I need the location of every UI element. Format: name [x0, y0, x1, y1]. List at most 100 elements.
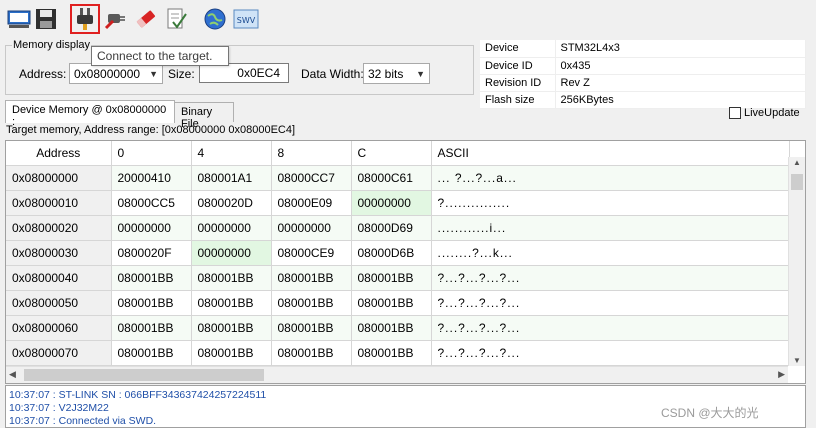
hex-cell[interactable]: 080001BB	[111, 290, 192, 316]
hex-cell[interactable]: 080001BB	[351, 265, 432, 291]
tab-device-memory[interactable]: Device Memory @ 0x08000000 :	[5, 100, 175, 128]
col-header-c[interactable]: C	[351, 141, 432, 166]
device-info-value: 0x435	[555, 57, 806, 75]
ascii-cell: ............i...	[431, 215, 790, 241]
live-update[interactable]: LiveUpdate	[729, 107, 800, 119]
device-info-key: Device	[480, 40, 556, 58]
device-info-row: Device STM32L4x3	[480, 40, 806, 58]
network-button[interactable]	[200, 4, 230, 34]
grid-header-row: Address 0 4 8 C ASCII	[6, 141, 790, 166]
hex-cell[interactable]: 080001BB	[111, 340, 192, 366]
hex-cell[interactable]: 00000000	[191, 215, 272, 241]
hex-cell[interactable]: 080001BB	[191, 340, 272, 366]
hex-cell[interactable]: 08000CE9	[271, 240, 352, 266]
swv-button[interactable]: SWV	[231, 4, 261, 34]
table-row: 0x08000030 0800020F 00000000 08000CE9 08000D…	[6, 240, 790, 266]
device-info-key: Flash size	[480, 91, 556, 109]
disconnect-plug-icon	[104, 14, 125, 30]
hex-cell[interactable]: 080001BB	[271, 265, 352, 291]
hex-cell[interactable]: 080001BB	[271, 290, 352, 316]
save-button[interactable]	[31, 4, 61, 34]
hex-cell[interactable]: 08000CC7	[271, 165, 352, 191]
device-info-row: Revision ID Rev Z	[480, 74, 806, 92]
scroll-left-icon[interactable]: ◀	[9, 369, 16, 380]
swv-icon: SWV	[233, 9, 259, 29]
hex-cell[interactable]: 20000410	[111, 165, 192, 191]
table-row: 0x08000040 080001BB 080001BB 080001BB 080001…	[6, 265, 790, 291]
erase-icon	[136, 10, 156, 28]
hex-cell[interactable]: 08000CC5	[111, 190, 192, 216]
hex-cell[interactable]: 080001A1	[191, 165, 272, 191]
log-line: 10:37:07 : ST-LINK SN : 066BFF3436374242…	[9, 389, 267, 401]
hex-cell[interactable]: 080001BB	[191, 290, 272, 316]
ascii-cell: ........?...k...	[431, 240, 790, 266]
address-range-label: Target memory, Address range: [0x0800000…	[6, 124, 296, 136]
hex-cell[interactable]: 080001BB	[111, 265, 192, 291]
live-update-checkbox[interactable]	[729, 107, 741, 119]
row-address: 0x08000050	[6, 290, 112, 316]
table-row: 0x08000020 00000000 00000000 00000000 08000D…	[6, 215, 790, 241]
vertical-scroll-thumb[interactable]	[791, 174, 803, 190]
device-info-panel: Device STM32L4x3 Device ID 0x435 Revisio…	[480, 40, 806, 109]
col-header-address[interactable]: Address	[6, 141, 112, 166]
watermark: CSDN @大大的光	[661, 406, 759, 420]
hex-cell[interactable]: 080001BB	[111, 315, 192, 341]
col-header-0[interactable]: 0	[111, 141, 192, 166]
hex-cell[interactable]: 080001BB	[351, 340, 432, 366]
hex-cell[interactable]: 00000000	[111, 215, 192, 241]
device-info-key: Revision ID	[480, 74, 556, 92]
ascii-cell: ?...?...?...?...	[431, 315, 790, 341]
table-row: 0x08000010 08000CC5 0800020D 08000E09 000000…	[6, 190, 790, 216]
device-info-row: Device ID 0x435	[480, 57, 806, 75]
hex-cell[interactable]: 0800020D	[191, 190, 272, 216]
scroll-up-icon[interactable]: ▲	[793, 158, 801, 167]
data-width-value: 32 bits	[368, 66, 404, 81]
program-verify-button[interactable]	[161, 4, 191, 34]
hex-cell[interactable]: 0800020F	[111, 240, 192, 266]
col-header-ascii[interactable]: ASCII	[431, 141, 790, 166]
hex-cell[interactable]: 08000E09	[271, 190, 352, 216]
tab-binary-file[interactable]: Binary File	[174, 102, 234, 130]
data-width-combo[interactable]: 32 bits ▼	[363, 63, 430, 84]
disconnect-button[interactable]	[101, 4, 131, 34]
scroll-right-icon[interactable]: ▶	[778, 369, 785, 380]
address-label: Address:	[19, 67, 67, 81]
hex-cell[interactable]: 08000C61	[351, 165, 432, 191]
hex-cell[interactable]: 080001BB	[271, 340, 352, 366]
hex-cell[interactable]: 00000000	[351, 190, 432, 216]
device-info-key: Device ID	[480, 57, 556, 75]
hex-cell[interactable]: 080001BB	[351, 315, 432, 341]
connect-button[interactable]	[70, 4, 100, 34]
hex-cell[interactable]: 080001BB	[351, 290, 432, 316]
row-address: 0x08000010	[6, 190, 112, 216]
table-row: 0x08000050 080001BB 080001BB 080001BB 080001…	[6, 290, 790, 316]
hex-cell[interactable]: 08000D6B	[351, 240, 432, 266]
hex-cell[interactable]: 00000000	[191, 240, 272, 266]
monitor-button[interactable]	[4, 4, 34, 34]
col-header-4[interactable]: 4	[191, 141, 272, 166]
erase-button[interactable]	[131, 4, 161, 34]
vertical-scrollbar[interactable]: ▲ ▼	[788, 157, 805, 366]
col-header-8[interactable]: 8	[271, 141, 352, 166]
hex-cell[interactable]: 08000D69	[351, 215, 432, 241]
scroll-down-icon[interactable]: ▼	[793, 356, 801, 365]
hex-cell[interactable]: 00000000	[271, 215, 352, 241]
horizontal-scroll-thumb[interactable]	[24, 369, 264, 381]
globe-network-icon	[204, 8, 226, 30]
address-combo[interactable]: 0x08000000 ▼	[69, 63, 163, 84]
ascii-cell: ?...?...?...?...	[431, 265, 790, 291]
hex-cell[interactable]: 080001BB	[271, 315, 352, 341]
row-address: 0x08000020	[6, 215, 112, 241]
hex-cell[interactable]: 080001BB	[191, 315, 272, 341]
connect-plug-icon	[77, 8, 93, 30]
row-address: 0x08000040	[6, 265, 112, 291]
ascii-cell: ?...............	[431, 190, 790, 216]
horizontal-scrollbar[interactable]: ◀ ▶	[6, 366, 788, 383]
size-input[interactable]: 0x0EC4	[199, 63, 289, 83]
table-row: 0x08000000 20000410 080001A1 08000CC7 08000C…	[6, 165, 790, 191]
toolbar: SWV	[0, 0, 816, 38]
svg-text:SWV: SWV	[237, 16, 256, 25]
row-address: 0x08000030	[6, 240, 112, 266]
hex-cell[interactable]: 080001BB	[191, 265, 272, 291]
data-width-label: Data Width:	[301, 67, 364, 81]
